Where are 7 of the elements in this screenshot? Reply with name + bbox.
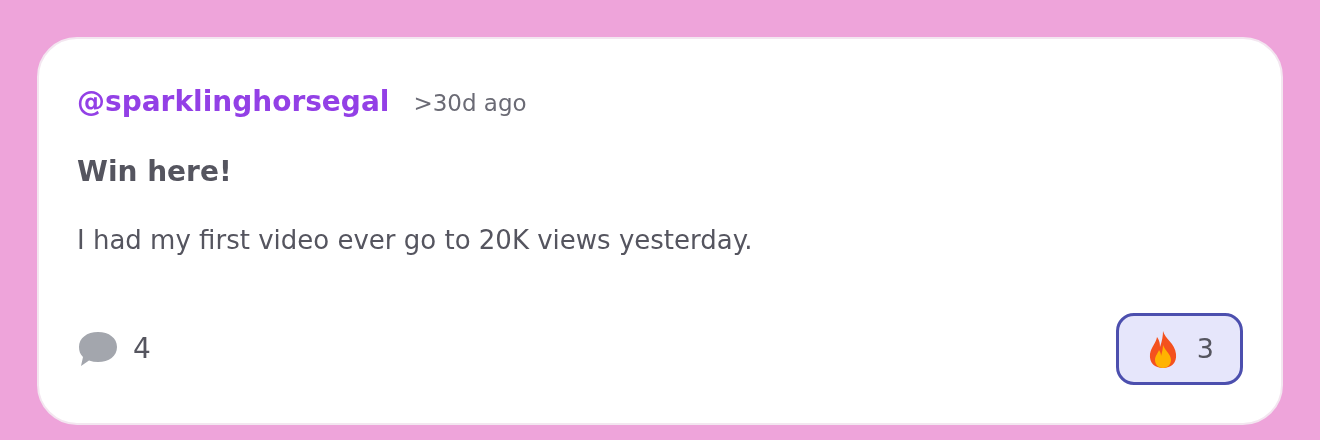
timestamp: >30d ago bbox=[413, 89, 527, 118]
comment-count: 4 bbox=[133, 331, 151, 367]
post-body: I had my first video ever go to 20K views yesterday. bbox=[77, 224, 754, 257]
reaction-button[interactable]: 3 bbox=[1115, 313, 1243, 385]
author-handle[interactable]: @sparklinghorsegal bbox=[77, 81, 390, 123]
post-title: Win here! bbox=[77, 154, 233, 190]
comment-icon[interactable] bbox=[77, 330, 119, 368]
